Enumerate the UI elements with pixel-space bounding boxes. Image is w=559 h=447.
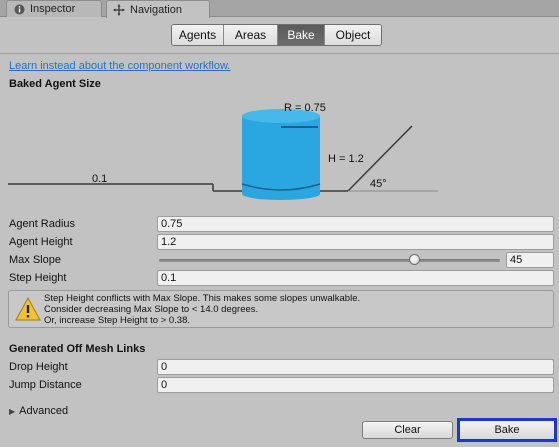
agent-radius-label: Agent Radius [9, 218, 76, 230]
clear-button[interactable]: Clear [362, 421, 453, 439]
segmented-tabs: Agents Areas Bake Object [171, 24, 382, 46]
tab-inspector-label: Inspector [30, 3, 76, 15]
agent-radius-field[interactable]: 0.75 [157, 216, 554, 232]
warning-line-1: Step Height conflicts with Max Slope. Th… [44, 293, 361, 304]
advanced-label: Advanced [19, 405, 69, 417]
drop-height-field[interactable]: 0 [157, 359, 554, 375]
agent-cylinder [241, 109, 321, 200]
warning-icon [15, 297, 41, 321]
step-label: 0.1 [92, 173, 107, 185]
step-height-label: Step Height [9, 272, 67, 284]
agent-height-label: Agent Height [9, 236, 73, 248]
divider [0, 53, 559, 54]
component-workflow-link[interactable]: Learn instead about the component workfl… [9, 60, 230, 72]
baked-agent-size-title: Baked Agent Size [9, 78, 101, 90]
max-slope-slider-track[interactable] [159, 259, 500, 262]
jump-distance-label: Jump Distance [9, 379, 82, 391]
jump-distance-field[interactable]: 0 [157, 377, 554, 393]
drop-height-label: Drop Height [9, 361, 68, 373]
tab-areas[interactable]: Areas [224, 25, 278, 45]
tab-object[interactable]: Object [325, 25, 381, 45]
foldout-arrow-icon: ▶ [9, 406, 16, 416]
agent-size-diagram: R = 0.75 H = 1.2 0.1 45° [8, 102, 438, 200]
bake-button[interactable]: Bake [460, 421, 554, 439]
max-slope-slider-thumb[interactable] [408, 254, 420, 265]
max-slope-field[interactable]: 45 [506, 252, 554, 268]
warning-text: Step Height conflicts with Max Slope. Th… [44, 293, 360, 326]
height-label: H = 1.2 [328, 153, 364, 165]
tab-agents[interactable]: Agents [172, 25, 224, 45]
step-height-field[interactable]: 0.1 [157, 270, 554, 286]
slope-label: 45° [370, 178, 387, 190]
agent-height-field[interactable]: 1.2 [157, 234, 554, 250]
off-mesh-links-title: Generated Off Mesh Links [9, 343, 146, 355]
navigation-icon [113, 3, 125, 16]
warning-line-3: Or, increase Step Height to > 0.38. [44, 315, 191, 326]
warning-box: Step Height conflicts with Max Slope. Th… [8, 290, 554, 328]
tab-navigation-label: Navigation [130, 3, 182, 16]
info-icon [13, 3, 25, 15]
advanced-foldout[interactable]: ▶ Advanced [9, 405, 68, 417]
radius-label: R = 0.75 [284, 102, 326, 114]
tab-inspector[interactable]: Inspector [6, 0, 102, 17]
max-slope-label: Max Slope [9, 254, 61, 266]
bake-button-highlight: Bake [457, 418, 557, 442]
tab-navigation[interactable]: Navigation [106, 0, 210, 18]
warning-line-2: Consider decreasing Max Slope to < 14.0 … [44, 304, 259, 315]
tab-bar: Inspector Navigation [0, 0, 559, 18]
tab-bake[interactable]: Bake [278, 25, 325, 45]
